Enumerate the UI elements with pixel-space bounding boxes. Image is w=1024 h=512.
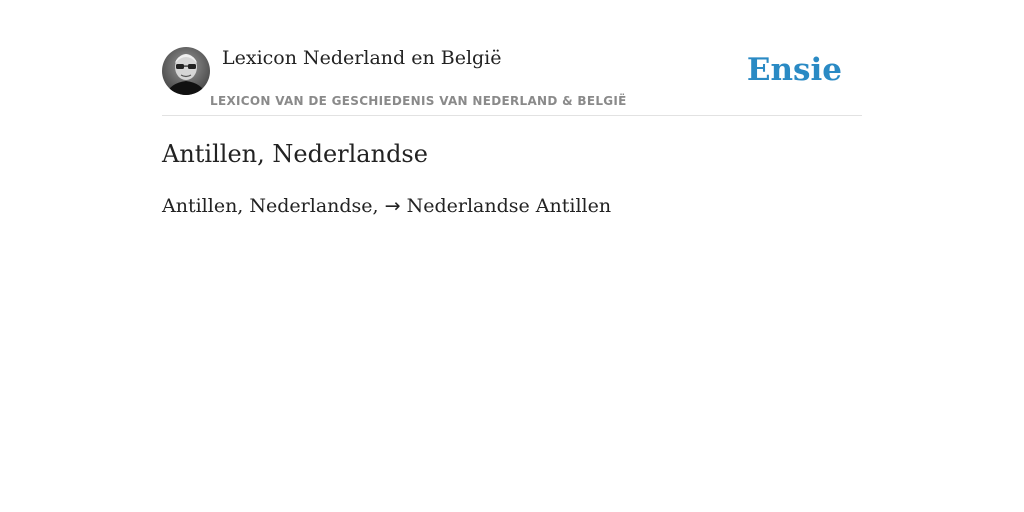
article-title: Antillen, Nederlandse (162, 140, 428, 168)
author-avatar-icon (162, 47, 210, 95)
ensie-logo-link[interactable]: Ensie (747, 52, 842, 88)
page: Lexicon Nederland en België LEXICON VAN … (0, 0, 1024, 512)
site-header: Lexicon Nederland en België LEXICON VAN … (162, 0, 862, 116)
entry-text: Antillen, Nederlandse, → Nederlandse Ant… (162, 192, 611, 220)
arrow-right-icon: → (384, 195, 401, 217)
site-subtitle: LEXICON VAN DE GESCHIEDENIS VAN NEDERLAN… (210, 94, 627, 108)
site-title-link[interactable]: Lexicon Nederland en België (222, 45, 502, 71)
cross-reference-link[interactable]: Nederlandse Antillen (407, 195, 612, 217)
entry-term: Antillen, Nederlandse, (162, 195, 379, 217)
